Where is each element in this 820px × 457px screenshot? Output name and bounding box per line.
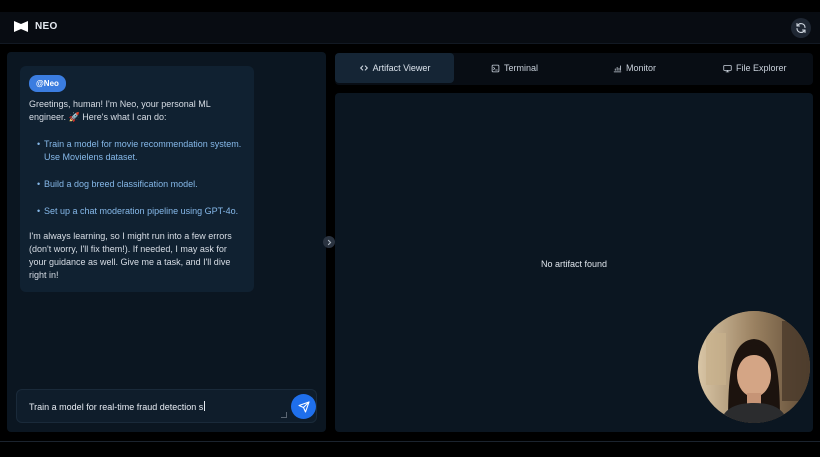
chevron-right-icon bbox=[327, 239, 331, 245]
greeting-text: Greetings, human! I'm Neo, your personal… bbox=[29, 99, 211, 122]
tab-bar: Artifact Viewer Terminal Monitor File Ex… bbox=[335, 53, 813, 85]
tab-label: Terminal bbox=[504, 63, 539, 73]
assistant-message: @Neo Greetings, human! I'm Neo, your per… bbox=[20, 66, 254, 292]
presenter-video-image bbox=[698, 311, 810, 423]
tab-terminal[interactable]: Terminal bbox=[491, 53, 538, 83]
sender-tag: @Neo bbox=[29, 75, 66, 92]
brand: NEO bbox=[14, 21, 58, 32]
tab-monitor[interactable]: Monitor bbox=[613, 53, 656, 83]
resize-handle[interactable] bbox=[281, 412, 287, 418]
suggestion-item[interactable]: Train a model for movie recommendation s… bbox=[37, 138, 245, 164]
refresh-button[interactable] bbox=[791, 18, 811, 38]
webcam-overlay bbox=[698, 311, 810, 423]
tab-label: Artifact Viewer bbox=[372, 63, 431, 73]
chat-input-value: Train a model for real-time fraud detect… bbox=[29, 402, 204, 412]
chat-input-bar: Train a model for real-time fraud detect… bbox=[16, 389, 317, 423]
top-bar: NEO bbox=[0, 12, 820, 44]
bottom-divider bbox=[0, 441, 820, 442]
suggestion-item[interactable]: Set up a chat moderation pipeline using … bbox=[37, 205, 245, 218]
refresh-icon bbox=[796, 22, 806, 34]
empty-state-message: No artifact found bbox=[540, 259, 608, 269]
app-name: NEO bbox=[35, 21, 58, 32]
tab-artifact-viewer[interactable]: Artifact Viewer bbox=[335, 53, 454, 83]
neo-logo-icon bbox=[14, 21, 28, 32]
collapse-toggle-button[interactable] bbox=[323, 236, 335, 248]
tab-label: Monitor bbox=[626, 63, 657, 73]
suggestion-list: Train a model for movie recommendation s… bbox=[37, 138, 245, 218]
chat-input[interactable]: Train a model for real-time fraud detect… bbox=[29, 401, 269, 412]
code-icon bbox=[359, 65, 368, 71]
chart-icon bbox=[613, 64, 622, 72]
send-button[interactable] bbox=[291, 394, 316, 419]
text-caret bbox=[204, 401, 206, 411]
monitor-icon bbox=[723, 64, 732, 72]
terminal-icon bbox=[491, 64, 500, 72]
tab-label: File Explorer bbox=[736, 63, 787, 73]
send-icon bbox=[297, 400, 310, 413]
suggestion-item[interactable]: Build a dog breed classification model. bbox=[37, 178, 245, 191]
chat-panel: @Neo Greetings, human! I'm Neo, your per… bbox=[7, 52, 326, 432]
tab-file-explorer[interactable]: File Explorer bbox=[723, 53, 787, 83]
outro-text: I'm always learning, so I might run into… bbox=[29, 231, 232, 280]
